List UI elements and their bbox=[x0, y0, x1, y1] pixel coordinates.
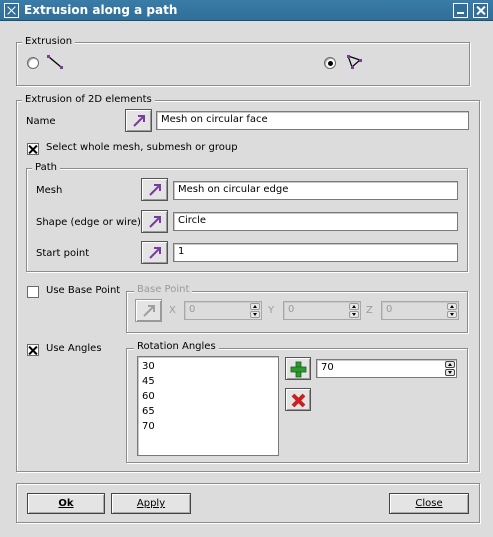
path-mesh-field[interactable]: Mesh on circular edge bbox=[173, 181, 458, 200]
remove-angle-button[interactable] bbox=[285, 388, 311, 411]
base-y-spin-arrows[interactable] bbox=[349, 303, 359, 318]
base-x-spin-arrows[interactable] bbox=[250, 303, 260, 318]
list-item[interactable]: 30 bbox=[142, 361, 155, 372]
select-whole-label: Select whole mesh, submesh or group bbox=[46, 142, 238, 153]
select-arrow-icon bbox=[149, 247, 161, 259]
base-point-legend: Base Point bbox=[134, 284, 193, 295]
base-y-value: 0 bbox=[288, 304, 295, 315]
remove-icon bbox=[291, 393, 306, 408]
extrusion-legend: Extrusion bbox=[22, 36, 76, 47]
select-arrow-icon bbox=[149, 216, 161, 228]
angle-value: 70 bbox=[321, 362, 334, 373]
select-whole-checkbox[interactable] bbox=[27, 143, 39, 155]
angles-list[interactable]: 30 45 60 65 70 bbox=[137, 356, 279, 456]
angle-spin-arrows[interactable] bbox=[445, 361, 455, 376]
elements-2d-legend: Extrusion of 2D elements bbox=[22, 94, 155, 105]
base-z-value: 0 bbox=[386, 304, 393, 315]
base-y-label: Y bbox=[268, 305, 275, 316]
base-y-spinbox[interactable]: 0 bbox=[283, 301, 361, 320]
ok-button[interactable]: Ok bbox=[27, 493, 105, 514]
path-shape-field[interactable]: Circle bbox=[173, 212, 458, 231]
use-base-point-checkbox[interactable] bbox=[27, 286, 39, 298]
extrusion-group bbox=[16, 42, 470, 86]
select-arrow-icon bbox=[149, 184, 161, 196]
base-z-spinbox[interactable]: 0 bbox=[381, 301, 459, 320]
radio-1d-elements[interactable] bbox=[27, 57, 39, 69]
use-angles-checkbox[interactable] bbox=[27, 344, 39, 356]
base-z-spin-arrows[interactable] bbox=[447, 303, 457, 318]
select-path-shape-button[interactable] bbox=[141, 210, 168, 233]
rotation-angles-legend: Rotation Angles bbox=[134, 341, 219, 352]
minimize-button[interactable] bbox=[453, 3, 468, 18]
plus-icon bbox=[290, 361, 307, 378]
select-path-mesh-button[interactable] bbox=[141, 178, 168, 201]
window-menu-icon[interactable] bbox=[4, 3, 19, 18]
select-arrow-icon bbox=[133, 115, 145, 127]
segment-icon bbox=[46, 54, 66, 70]
path-mesh-label: Mesh bbox=[36, 185, 63, 196]
select-base-point-button[interactable] bbox=[135, 299, 162, 322]
base-x-label: X bbox=[169, 305, 176, 316]
add-angle-button[interactable] bbox=[285, 357, 311, 380]
select-name-button[interactable] bbox=[125, 109, 152, 132]
apply-button[interactable]: Apply bbox=[111, 493, 191, 514]
name-field[interactable]: Mesh on circular face bbox=[156, 111, 469, 130]
close-window-button[interactable] bbox=[473, 3, 488, 18]
select-start-point-button[interactable] bbox=[141, 241, 168, 264]
triangle-icon bbox=[344, 53, 364, 70]
path-legend: Path bbox=[32, 162, 60, 173]
title-bar[interactable]: Extrusion along a path bbox=[0, 0, 493, 21]
start-point-label: Start point bbox=[36, 248, 90, 259]
base-x-value: 0 bbox=[189, 304, 196, 315]
list-item[interactable]: 60 bbox=[142, 391, 155, 402]
use-base-point-label: Use Base Point bbox=[46, 285, 121, 296]
path-shape-label: Shape (edge or wire) bbox=[36, 217, 141, 228]
base-x-spinbox[interactable]: 0 bbox=[184, 301, 262, 320]
use-angles-label: Use Angles bbox=[46, 343, 102, 354]
close-button[interactable]: Close bbox=[389, 493, 469, 514]
angle-spinbox[interactable]: 70 bbox=[316, 359, 457, 378]
radio-2d-elements[interactable] bbox=[324, 57, 336, 69]
list-item[interactable]: 65 bbox=[142, 406, 155, 417]
base-z-label: Z bbox=[366, 305, 373, 316]
name-label: Name bbox=[26, 116, 56, 127]
select-arrow-icon bbox=[143, 305, 155, 317]
list-item[interactable]: 70 bbox=[142, 421, 155, 432]
start-point-field[interactable]: 1 bbox=[173, 243, 458, 262]
list-item[interactable]: 45 bbox=[142, 376, 155, 387]
window-title: Extrusion along a path bbox=[24, 3, 178, 17]
